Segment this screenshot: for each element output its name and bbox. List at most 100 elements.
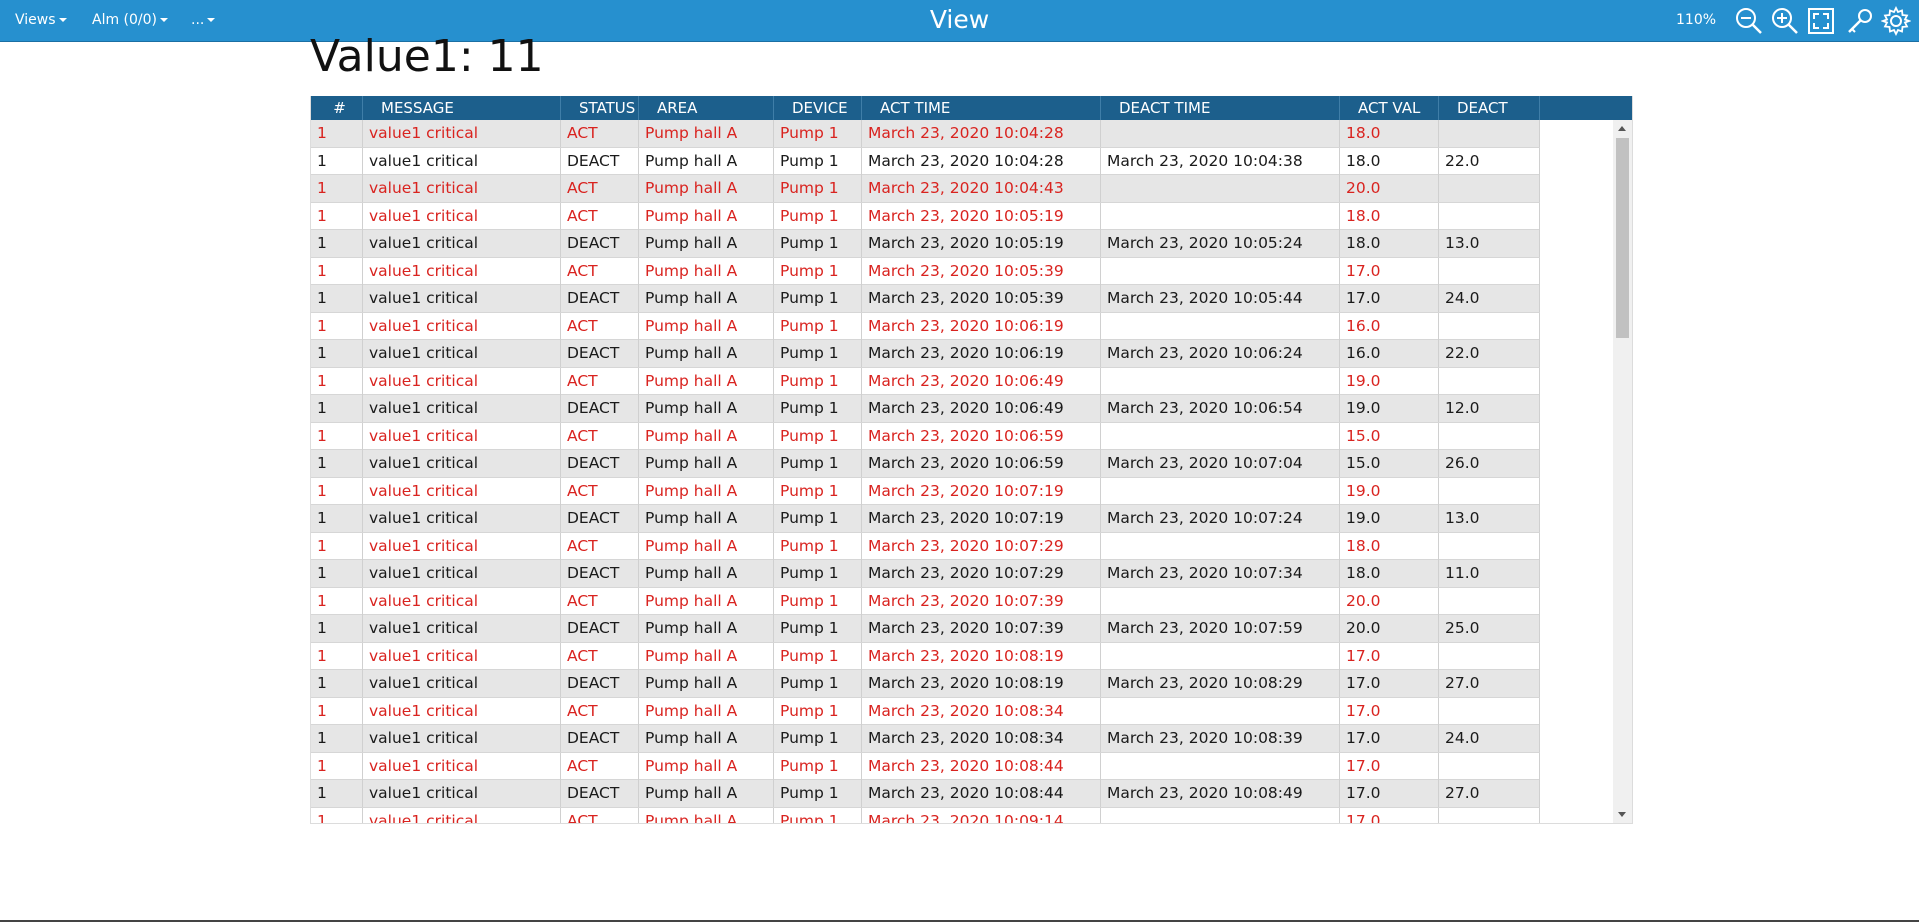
scroll-down-icon[interactable] bbox=[1618, 812, 1626, 817]
cell-status: DEACT bbox=[561, 725, 639, 752]
views-menu-label: Views bbox=[15, 12, 56, 28]
table-row[interactable]: 1 value1 critical DEACT Pump hall A Pump 1 Ma… bbox=[311, 395, 1540, 423]
table-row[interactable]: 1 value1 critical DEACT Pump hall A Pump 1 Ma… bbox=[311, 725, 1540, 753]
header-col-act-time[interactable]: ACT TIME bbox=[862, 96, 1101, 120]
cell-device: Pump 1 bbox=[774, 642, 862, 670]
cell-device: Pump 1 bbox=[774, 450, 862, 477]
header-col-deact-val[interactable]: DEACT VAL bbox=[1439, 96, 1540, 141]
cell-message: value1 critical bbox=[363, 780, 561, 807]
header-col-deact-time[interactable]: DEACT TIME bbox=[1101, 96, 1340, 120]
table-row[interactable]: 1 value1 critical ACT Pump hall A Pump 1 Marc… bbox=[311, 532, 1540, 560]
cell-deact-val: 24.0 bbox=[1439, 285, 1540, 312]
cell-message: value1 critical bbox=[363, 175, 561, 202]
table-row[interactable]: 1 value1 critical ACT Pump hall A Pump 1 Marc… bbox=[311, 120, 1540, 148]
cell-num: 1 bbox=[311, 257, 363, 285]
cell-device: Pump 1 bbox=[774, 147, 862, 175]
key-icon[interactable] bbox=[1845, 6, 1875, 36]
table-row[interactable]: 1 value1 critical DEACT Pump hall A Pump 1 Ma… bbox=[311, 147, 1540, 175]
cell-device: Pump 1 bbox=[774, 340, 862, 367]
table-row[interactable]: 1 value1 critical ACT Pump hall A Pump 1 Marc… bbox=[311, 807, 1540, 823]
table-row[interactable]: 1 value1 critical DEACT Pump hall A Pump 1 Ma… bbox=[311, 450, 1540, 478]
cell-act-val: 17.0 bbox=[1340, 670, 1439, 697]
cell-deact-time bbox=[1101, 697, 1340, 725]
header-col-area[interactable]: AREA bbox=[639, 96, 774, 120]
table-row[interactable]: 1 value1 critical ACT Pump hall A Pump 1 Marc… bbox=[311, 367, 1540, 395]
cell-deact-time bbox=[1101, 120, 1340, 147]
cell-num: 1 bbox=[311, 367, 363, 395]
cell-act-time: March 23, 2020 10:08:44 bbox=[862, 780, 1101, 807]
cell-act-val: 18.0 bbox=[1340, 147, 1439, 175]
cell-device: Pump 1 bbox=[774, 175, 862, 202]
table-row[interactable]: 1 value1 critical ACT Pump hall A Pump 1 Marc… bbox=[311, 587, 1540, 615]
cell-device: Pump 1 bbox=[774, 697, 862, 725]
table-row[interactable]: 1 value1 critical ACT Pump hall A Pump 1 Marc… bbox=[311, 312, 1540, 340]
cell-deact-time bbox=[1101, 175, 1340, 202]
zoom-out-icon[interactable] bbox=[1734, 6, 1764, 36]
cell-status: DEACT bbox=[561, 670, 639, 697]
cell-area: Pump hall A bbox=[639, 257, 774, 285]
table-row[interactable]: 1 value1 critical DEACT Pump hall A Pump 1 Ma… bbox=[311, 670, 1540, 698]
table-row[interactable]: 1 value1 critical ACT Pump hall A Pump 1 Marc… bbox=[311, 202, 1540, 230]
cell-num: 1 bbox=[311, 285, 363, 312]
cell-message: value1 critical bbox=[363, 450, 561, 477]
table-row[interactable]: 1 value1 critical ACT Pump hall A Pump 1 Marc… bbox=[311, 257, 1540, 285]
header-col-act-val[interactable]: ACT VAL bbox=[1340, 96, 1439, 120]
table-row[interactable]: 1 value1 critical DEACT Pump hall A Pump 1 Ma… bbox=[311, 340, 1540, 368]
cell-deact-time: March 23, 2020 10:07:34 bbox=[1101, 560, 1340, 587]
table-row[interactable]: 1 value1 critical ACT Pump hall A Pump 1 Marc… bbox=[311, 477, 1540, 505]
page-title: View bbox=[929, 5, 990, 34]
cell-message: value1 critical bbox=[363, 230, 561, 257]
cell-act-time: March 23, 2020 10:07:29 bbox=[862, 532, 1101, 560]
table-row[interactable]: 1 value1 critical ACT Pump hall A Pump 1 Marc… bbox=[311, 697, 1540, 725]
table-row[interactable]: 1 value1 critical ACT Pump hall A Pump 1 Marc… bbox=[311, 422, 1540, 450]
cell-act-val: 16.0 bbox=[1340, 312, 1439, 340]
table-row[interactable]: 1 value1 critical DEACT Pump hall A Pump 1 Ma… bbox=[311, 505, 1540, 533]
cell-deact-time: March 23, 2020 10:07:59 bbox=[1101, 615, 1340, 642]
scrollbar-thumb[interactable] bbox=[1616, 138, 1629, 338]
views-menu[interactable]: Views bbox=[15, 0, 67, 41]
table-row[interactable]: 1 value1 critical ACT Pump hall A Pump 1 Marc… bbox=[311, 642, 1540, 670]
value-heading: Value1: 11 bbox=[310, 31, 544, 82]
cell-deact-val bbox=[1439, 642, 1540, 670]
cell-num: 1 bbox=[311, 175, 363, 202]
table-row[interactable]: 1 value1 critical DEACT Pump hall A Pump 1 Ma… bbox=[311, 285, 1540, 313]
cell-message: value1 critical bbox=[363, 257, 561, 285]
cell-area: Pump hall A bbox=[639, 725, 774, 752]
cell-message: value1 critical bbox=[363, 807, 561, 823]
cell-message: value1 critical bbox=[363, 285, 561, 312]
alarms-menu[interactable]: Alm (0/0) bbox=[92, 0, 169, 41]
cell-deact-time bbox=[1101, 422, 1340, 450]
cell-num: 1 bbox=[311, 120, 363, 147]
cell-num: 1 bbox=[311, 450, 363, 477]
more-menu[interactable]: ... bbox=[191, 0, 216, 41]
header-col-message[interactable]: MESSAGE bbox=[363, 96, 561, 120]
cell-status: ACT bbox=[561, 752, 639, 780]
header-col-num[interactable]: # bbox=[311, 96, 363, 120]
table-row[interactable]: 1 value1 critical DEACT Pump hall A Pump 1 Ma… bbox=[311, 615, 1540, 643]
cell-device: Pump 1 bbox=[774, 807, 862, 823]
cell-message: value1 critical bbox=[363, 477, 561, 505]
zoom-in-icon[interactable] bbox=[1770, 6, 1800, 36]
cell-deact-time: March 23, 2020 10:06:24 bbox=[1101, 340, 1340, 367]
scroll-up-icon[interactable] bbox=[1618, 126, 1626, 131]
table-row[interactable]: 1 value1 critical ACT Pump hall A Pump 1 Marc… bbox=[311, 752, 1540, 780]
cell-deact-val: 13.0 bbox=[1439, 230, 1540, 257]
cell-message: value1 critical bbox=[363, 725, 561, 752]
table-row[interactable]: 1 value1 critical DEACT Pump hall A Pump 1 Ma… bbox=[311, 780, 1540, 808]
header-col-device[interactable]: DEVICE bbox=[774, 96, 862, 120]
cell-area: Pump hall A bbox=[639, 312, 774, 340]
cell-message: value1 critical bbox=[363, 532, 561, 560]
header-col-status[interactable]: STATUS bbox=[561, 96, 639, 120]
cell-num: 1 bbox=[311, 587, 363, 615]
zoom-level: 110% bbox=[1676, 12, 1717, 28]
gear-icon[interactable] bbox=[1881, 6, 1911, 36]
cell-device: Pump 1 bbox=[774, 120, 862, 147]
table-row[interactable]: 1 value1 critical DEACT Pump hall A Pump 1 Ma… bbox=[311, 560, 1540, 588]
table-row[interactable]: 1 value1 critical ACT Pump hall A Pump 1 Marc… bbox=[311, 175, 1540, 203]
vertical-scrollbar[interactable] bbox=[1613, 120, 1632, 823]
table-body[interactable]: 1 value1 critical ACT Pump hall A Pump 1 Marc… bbox=[311, 120, 1540, 823]
fullscreen-icon[interactable] bbox=[1806, 6, 1836, 36]
table-header: # MESSAGE STATUS AREA DEVICE ACT TIME DEACT TI… bbox=[311, 96, 1632, 141]
table-row[interactable]: 1 value1 critical DEACT Pump hall A Pump 1 Ma… bbox=[311, 230, 1540, 258]
cell-act-val: 19.0 bbox=[1340, 367, 1439, 395]
